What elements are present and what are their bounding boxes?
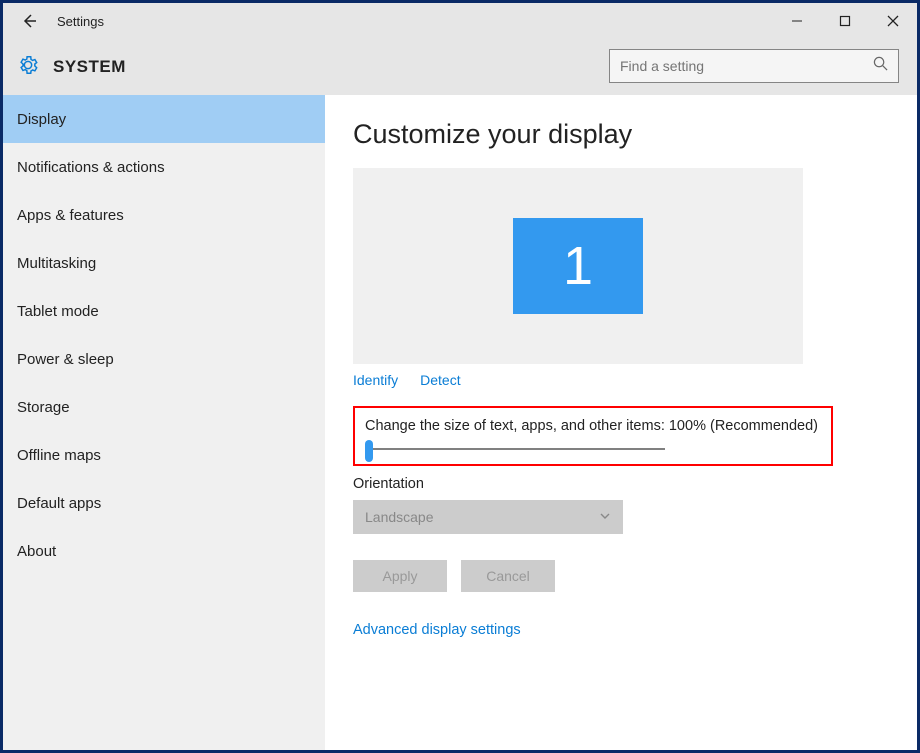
search-box[interactable] bbox=[609, 49, 899, 83]
identify-link[interactable]: Identify bbox=[353, 372, 398, 388]
slider-track bbox=[365, 448, 665, 450]
monitor-number: 1 bbox=[563, 235, 593, 297]
close-icon bbox=[887, 15, 899, 27]
sidebar-item-label: About bbox=[17, 543, 56, 560]
cancel-button-label: Cancel bbox=[486, 568, 530, 584]
sidebar-item-label: Display bbox=[17, 111, 66, 128]
close-button[interactable] bbox=[869, 3, 917, 39]
apply-button-label: Apply bbox=[382, 568, 417, 584]
titlebar: Settings bbox=[3, 3, 917, 39]
window-title: Settings bbox=[57, 14, 104, 29]
main-content: Customize your display 1 Identify Detect… bbox=[325, 95, 917, 750]
sidebar-item-label: Storage bbox=[17, 399, 70, 416]
sidebar-item-label: Apps & features bbox=[17, 207, 124, 224]
maximize-icon bbox=[839, 15, 851, 27]
sidebar-item-notifications[interactable]: Notifications & actions bbox=[3, 143, 325, 191]
sidebar-item-tablet-mode[interactable]: Tablet mode bbox=[3, 287, 325, 335]
maximize-button[interactable] bbox=[821, 3, 869, 39]
scale-setting-highlight: Change the size of text, apps, and other… bbox=[353, 406, 833, 466]
gear-icon bbox=[17, 54, 39, 81]
sidebar-item-offline-maps[interactable]: Offline maps bbox=[3, 431, 325, 479]
scale-label: Change the size of text, apps, and other… bbox=[365, 418, 821, 434]
advanced-display-settings-link[interactable]: Advanced display settings bbox=[353, 622, 889, 638]
apply-cancel-row: Apply Cancel bbox=[353, 560, 889, 592]
header: SYSTEM bbox=[3, 39, 917, 95]
sidebar-item-apps-features[interactable]: Apps & features bbox=[3, 191, 325, 239]
sidebar-item-label: Offline maps bbox=[17, 447, 101, 464]
page-title: Customize your display bbox=[353, 119, 889, 150]
settings-window: Settings SYSTEM Display Notif bbox=[0, 0, 920, 753]
detect-link[interactable]: Detect bbox=[420, 372, 460, 388]
cancel-button[interactable]: Cancel bbox=[461, 560, 555, 592]
page-category-title: SYSTEM bbox=[53, 57, 126, 77]
back-button[interactable] bbox=[15, 7, 43, 35]
sidebar-item-display[interactable]: Display bbox=[3, 95, 325, 143]
display-action-links: Identify Detect bbox=[353, 372, 889, 388]
display-preview[interactable]: 1 bbox=[353, 168, 803, 364]
sidebar-item-default-apps[interactable]: Default apps bbox=[3, 479, 325, 527]
sidebar-item-label: Tablet mode bbox=[17, 303, 99, 320]
apply-button[interactable]: Apply bbox=[353, 560, 447, 592]
orientation-dropdown[interactable]: Landscape bbox=[353, 500, 623, 534]
minimize-icon bbox=[791, 15, 803, 27]
monitor-tile-1[interactable]: 1 bbox=[513, 218, 643, 314]
sidebar-item-storage[interactable]: Storage bbox=[3, 383, 325, 431]
sidebar-item-label: Notifications & actions bbox=[17, 159, 165, 176]
sidebar-item-multitasking[interactable]: Multitasking bbox=[3, 239, 325, 287]
window-controls bbox=[773, 3, 917, 39]
orientation-label: Orientation bbox=[353, 476, 889, 492]
sidebar-item-about[interactable]: About bbox=[3, 527, 325, 575]
slider-thumb[interactable] bbox=[365, 440, 373, 462]
sidebar-item-label: Multitasking bbox=[17, 255, 96, 272]
sidebar: Display Notifications & actions Apps & f… bbox=[3, 95, 325, 750]
scale-slider[interactable] bbox=[365, 448, 821, 450]
sidebar-item-label: Default apps bbox=[17, 495, 101, 512]
back-arrow-icon bbox=[20, 12, 38, 30]
sidebar-item-power-sleep[interactable]: Power & sleep bbox=[3, 335, 325, 383]
minimize-button[interactable] bbox=[773, 3, 821, 39]
orientation-value: Landscape bbox=[365, 509, 434, 525]
search-input[interactable] bbox=[620, 58, 873, 74]
search-icon bbox=[873, 56, 888, 76]
sidebar-item-label: Power & sleep bbox=[17, 351, 114, 368]
chevron-down-icon bbox=[599, 509, 611, 525]
body: Display Notifications & actions Apps & f… bbox=[3, 95, 917, 750]
